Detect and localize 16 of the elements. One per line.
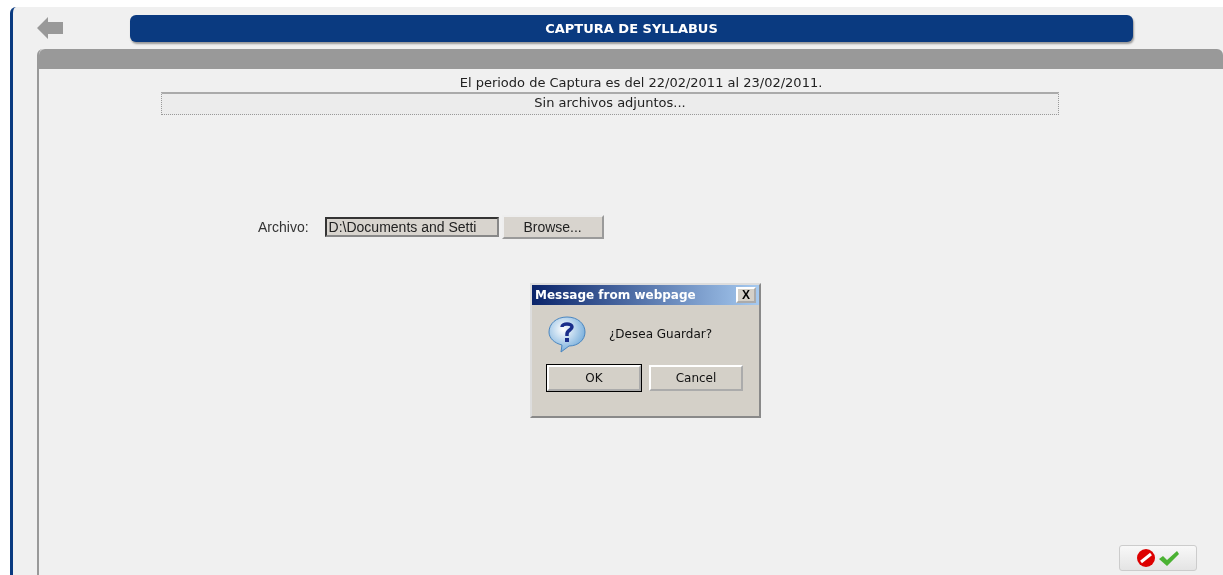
period-text: El periodo de Captura es del 22/02/2011 al 23/02/2011. <box>458 75 824 90</box>
file-path-field[interactable]: D:\Documents and Setti <box>324 217 499 237</box>
dialog-message: ¿Desea Guardar? <box>609 327 713 341</box>
cancel-confirm-button[interactable] <box>1119 545 1197 571</box>
attachments-status: Sin archivos adjuntos... <box>161 92 1059 115</box>
page-title-bar: CAPTURA DE SYLLABUS <box>130 14 1133 42</box>
question-bubble-icon <box>547 315 587 353</box>
checkmark-icon <box>1158 549 1180 567</box>
dialog-button[interactable]: OK <box>547 365 641 391</box>
file-label: Archivo: <box>258 219 309 235</box>
browse-button[interactable]: Browse... <box>501 215 604 239</box>
dialog-button[interactable]: Cancel <box>649 365 743 391</box>
dialog-title: Message from webpage <box>535 288 696 302</box>
back-arrow-icon[interactable] <box>37 16 63 40</box>
cancel-icon <box>1136 548 1156 568</box>
close-button[interactable]: X <box>736 287 756 303</box>
